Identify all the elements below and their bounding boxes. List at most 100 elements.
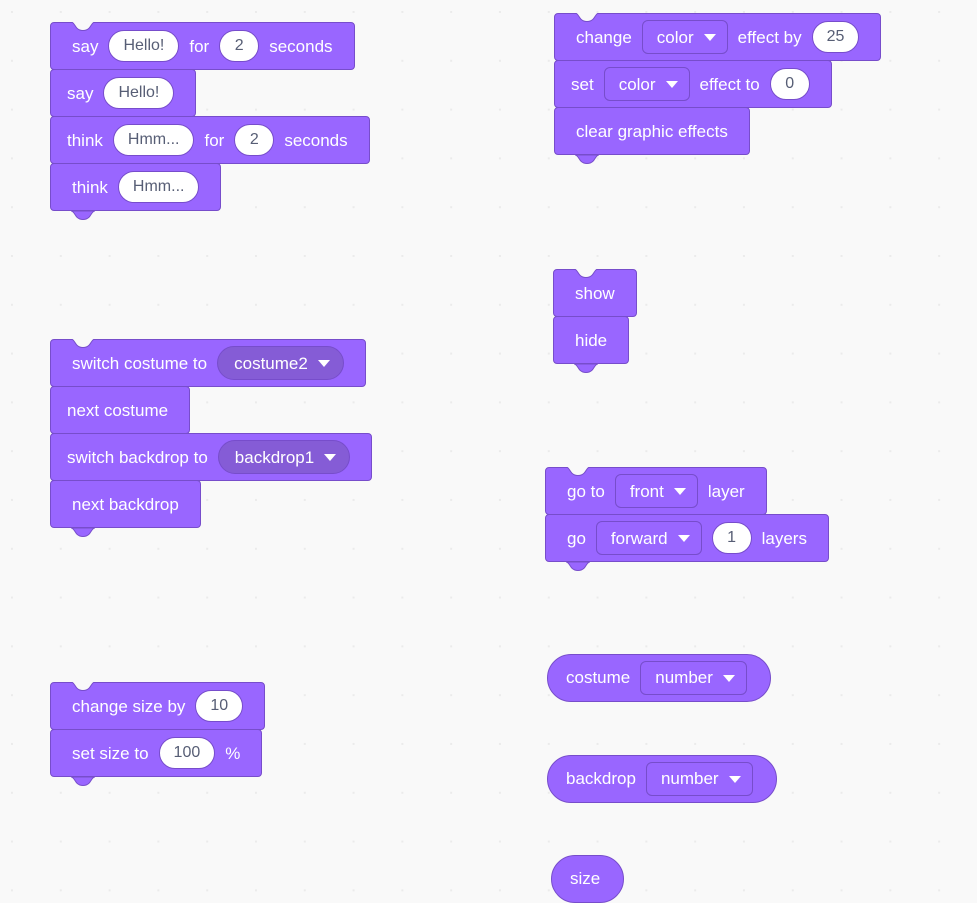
block-clear-graphic-effects[interactable]: clear graphic effects (554, 107, 750, 165)
input-field-say-for-seconds[interactable]: 2 (219, 30, 260, 62)
dropdown-value: backdrop1 (234, 447, 315, 467)
block-label-show: show (575, 283, 615, 303)
block-costume-reporter[interactable]: costume number (547, 654, 771, 702)
chevron-down-icon (703, 33, 716, 41)
block-label-costume: costume (566, 668, 631, 687)
dropdown-color[interactable]: color (641, 20, 728, 54)
block-label-seconds: seconds (269, 36, 333, 56)
input-field-change-effect-by[interactable]: 25 (811, 21, 860, 53)
block-think-for-seconds[interactable]: think Hmm... for 2 seconds (50, 116, 370, 164)
dropdown-forward[interactable]: forward (595, 521, 702, 555)
block-change-size-by[interactable]: change size by 10 (50, 682, 266, 730)
dropdown-number[interactable]: number (640, 661, 747, 695)
block-label-for: for (204, 130, 225, 150)
block-label-next-costume: next costume (67, 400, 169, 420)
block-set-size-to[interactable]: set size to 100% (50, 729, 263, 787)
dropdown-color[interactable]: color (603, 67, 690, 101)
dropdown-value: number (660, 769, 719, 788)
block-label-effect-to: effect to (699, 74, 760, 94)
block-label-backdrop: backdrop (566, 769, 636, 788)
block-set-effect-to[interactable]: set color effect to 0 (554, 60, 832, 108)
block-say-for-seconds[interactable]: say Hello! for 2 seconds (50, 22, 355, 70)
block-label-go: go (567, 528, 586, 548)
dropdown-value: front (629, 481, 664, 501)
block-change-effect-by[interactable]: change color effect by 25 (554, 13, 882, 61)
block-notch-bottom (67, 528, 99, 538)
block-stack-say-think-stack: say Hello! for 2 seconds say Hello! think Hmm...… (50, 22, 370, 221)
chevron-down-icon (673, 487, 686, 495)
input-field-say-for-seconds[interactable]: Hello! (108, 30, 180, 62)
block-notch-bottom (67, 777, 99, 787)
block-go-to-layer[interactable]: go to front layer (545, 467, 767, 515)
block-size-reporter[interactable]: size (551, 855, 625, 903)
input-field-set-effect-to[interactable]: 0 (769, 68, 810, 100)
block-backdrop-reporter[interactable]: backdrop number (547, 755, 777, 803)
block-say[interactable]: say Hello! (50, 69, 197, 117)
block-palette-canvas: say Hello! for 2 seconds say Hello! think Hmm...… (0, 0, 977, 903)
block-label-switch-backdrop-to: switch backdrop to (67, 447, 208, 467)
block-stack-graphic-effects-stack: change color effect by 25 set color effect to 0… (554, 13, 882, 165)
block-label-: % (225, 743, 241, 763)
block-label-for: for (189, 36, 210, 56)
block-next-backdrop[interactable]: next backdrop (50, 480, 201, 538)
block-stack-costume-backdrop-stack: switch costume to costume2 next costume swi… (50, 339, 373, 538)
block-notch-top (67, 22, 99, 31)
dropdown-front[interactable]: front (614, 474, 698, 508)
block-notch-top (570, 269, 602, 278)
dropdown-value: costume2 (234, 353, 308, 373)
block-switch-backdrop-to[interactable]: switch backdrop to backdrop1 (50, 433, 373, 481)
block-go-layers[interactable]: go forward 1 layers (545, 514, 829, 572)
dropdown-value: color (618, 74, 656, 94)
block-label-size: size (570, 869, 601, 888)
input-field-think-for-seconds[interactable]: 2 (234, 124, 275, 156)
chevron-down-icon (722, 674, 735, 682)
block-stack-layers-stack: go to front layer go forward 1 layers (545, 467, 829, 572)
block-notch-top (67, 682, 99, 691)
block-notch-bottom (570, 364, 602, 374)
block-label-say: say (67, 83, 94, 103)
input-field-think[interactable]: Hmm... (117, 171, 200, 203)
block-label-set-size-to: set size to (72, 743, 149, 763)
block-label-set: set (571, 74, 594, 94)
input-field-say[interactable]: Hello! (103, 77, 175, 109)
chevron-down-icon (728, 775, 741, 783)
block-label-go-to: go to (567, 481, 605, 501)
block-label-change-size-by: change size by (72, 696, 186, 716)
input-field-set-size-to[interactable]: 100 (158, 737, 216, 769)
block-label-clear-graphic-effects: clear graphic effects (576, 121, 728, 141)
input-field-go-layers[interactable]: 1 (711, 522, 752, 554)
dropdown-value: number (655, 668, 713, 687)
chevron-down-icon (317, 359, 330, 367)
block-think[interactable]: think Hmm... (50, 163, 222, 221)
dropdown-value: color (656, 27, 694, 47)
block-label-say: say (72, 36, 99, 56)
block-label-switch-costume-to: switch costume to (72, 353, 208, 373)
input-field-change-size-by[interactable]: 10 (195, 690, 244, 722)
chevron-down-icon (665, 80, 678, 88)
input-field-think-for-seconds[interactable]: Hmm... (112, 124, 195, 156)
block-label-think: think (72, 177, 108, 197)
block-stack-size-stack: change size by 10 set size to 100% (50, 682, 266, 787)
block-label-next-backdrop: next backdrop (72, 494, 179, 514)
block-next-costume[interactable]: next costume (50, 386, 191, 434)
block-label-effect-by: effect by (737, 27, 802, 47)
dropdown-backdrop1[interactable]: backdrop1 (217, 440, 351, 474)
block-notch-top (571, 13, 603, 22)
block-stack-show-hide-stack: show hide (553, 269, 637, 374)
dropdown-number[interactable]: number (645, 762, 753, 796)
block-switch-costume-to[interactable]: switch costume to costume2 (50, 339, 366, 387)
block-label-think: think (67, 130, 103, 150)
block-notch-bottom (571, 155, 603, 165)
block-notch-top (562, 467, 594, 476)
chevron-down-icon (324, 453, 337, 461)
block-label-hide: hide (575, 330, 608, 350)
block-hide[interactable]: hide (553, 316, 630, 374)
block-label-layers: layers (761, 528, 807, 548)
block-show[interactable]: show (553, 269, 637, 317)
block-notch-top (67, 339, 99, 348)
dropdown-value: forward (610, 528, 668, 548)
block-label-seconds: seconds (284, 130, 348, 150)
block-notch-bottom (67, 211, 99, 221)
block-label-change: change (576, 27, 632, 47)
dropdown-costume2[interactable]: costume2 (217, 346, 344, 380)
